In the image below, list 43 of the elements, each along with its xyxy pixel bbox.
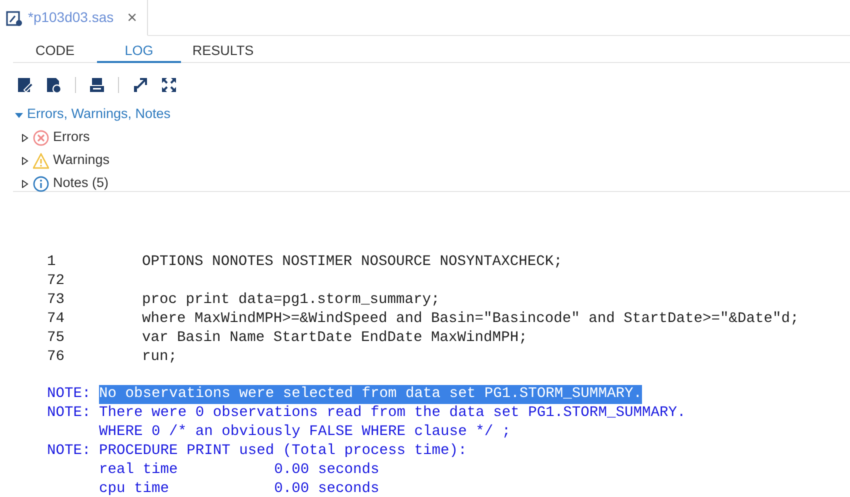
view-tab[interactable]: CODE (13, 42, 97, 63)
file-tab[interactable]: *p103d03.sas × (0, 0, 148, 36)
edit-log-icon[interactable] (17, 76, 33, 92)
source-code-line: proc print data=pg1.storm_summary; (142, 291, 440, 310)
collapse-caret-icon[interactable] (15, 110, 23, 118)
note-text: WHERE 0 /* an obviously FALSE WHERE clause */ ; (99, 423, 511, 442)
view-tab[interactable]: LOG (97, 42, 181, 63)
expand-caret-icon[interactable] (21, 134, 29, 142)
source-code-line: run; (142, 348, 178, 367)
tree-item-label[interactable]: Errors (53, 127, 90, 148)
expand-caret-icon[interactable] (21, 156, 29, 164)
source-code-line: var Basin Name StartDate EndDate MaxWindMPH; (142, 329, 528, 348)
expand-caret-icon[interactable] (21, 180, 29, 188)
view-tab[interactable]: RESULTS (181, 42, 265, 63)
note-text: cpu time 0.00 seconds (99, 480, 380, 497)
line-number: 74 (47, 310, 66, 329)
close-tab-button[interactable]: × (127, 9, 137, 26)
note-text: PROCEDURE PRINT used (Total process time): (99, 442, 467, 461)
line-number: 72 (47, 272, 66, 291)
program-file-icon (6, 10, 22, 26)
save-log-icon[interactable] (46, 76, 62, 92)
error-icon (33, 130, 49, 146)
note-text: real time 0.00 seconds (99, 461, 380, 480)
note-text: There were 0 observations read from the data set PG1.STORM_SUMMARY. (99, 404, 686, 423)
source-code-line: where MaxWindMPH>=&WindSpeed and Basin="Basincode" and StartDate>="&Date"d; (142, 310, 799, 329)
note-label: NOTE: (47, 442, 92, 461)
tree-item-label[interactable]: Warnings (53, 150, 110, 171)
print-icon[interactable] (89, 76, 105, 92)
line-number: 73 (47, 291, 66, 310)
warning-icon (33, 152, 49, 168)
line-number: 1 (47, 253, 57, 272)
info-icon (33, 176, 49, 192)
note-label: NOTE: (47, 404, 92, 423)
source-code-line: OPTIONS NONOTES NOSTIMER NOSOURCE NOSYNTAXCHECK; (142, 253, 562, 272)
line-number: 76 (47, 348, 66, 367)
expand-arrow-icon[interactable] (132, 76, 148, 92)
maximize-icon[interactable] (161, 76, 177, 92)
note-label: NOTE: (47, 385, 92, 404)
file-tab-title: *p103d03.sas (28, 8, 114, 27)
tree-item-label[interactable]: Notes (5) (53, 173, 109, 194)
line-number: 75 (47, 329, 66, 348)
note-text: No observations were selected from data set PG1.STORM_SUMMARY. (99, 385, 642, 404)
tree-group-label[interactable]: Errors, Warnings, Notes (27, 104, 171, 125)
